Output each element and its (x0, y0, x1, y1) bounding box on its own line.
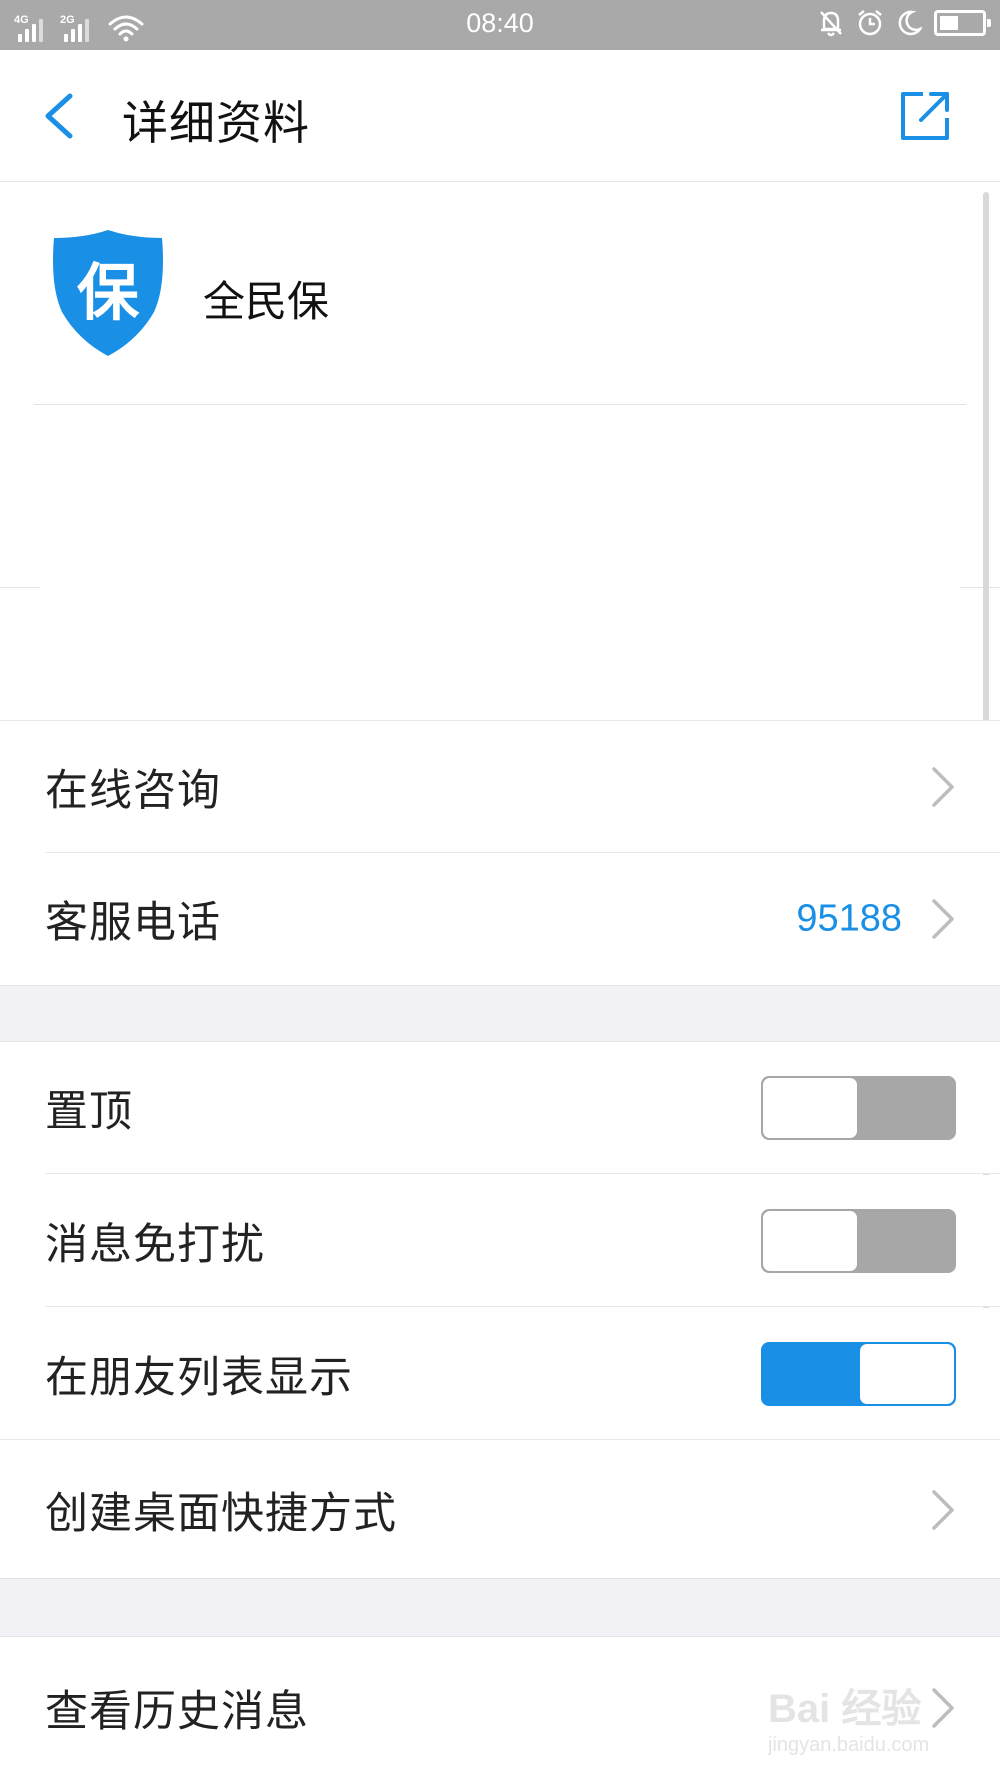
chevron-right-icon (932, 1489, 954, 1530)
blank-section-divider (960, 587, 1000, 588)
share-external-icon[interactable] (897, 88, 953, 144)
section-gap (0, 985, 1000, 1042)
status-right (818, 9, 991, 37)
battery-icon (934, 10, 991, 36)
watermark-url: jingyan.baidu.com (768, 1734, 930, 1756)
profile-divider (34, 404, 966, 405)
row-label: 置顶 (45, 1087, 133, 1137)
nav-bar: 详细资料 (0, 50, 1000, 182)
row-show-in-friends: 在朋友列表显示 (0, 1308, 1000, 1440)
alarm-icon (858, 10, 882, 36)
row-label: 查看历史消息 (45, 1686, 309, 1737)
row-label: 在线咨询 (45, 766, 221, 816)
row-label: 客服电话 (45, 898, 221, 948)
row-pin-to-top: 置顶 (0, 1042, 1000, 1174)
blank-section-divider (0, 587, 40, 588)
mute-bell-icon (820, 11, 842, 37)
baidu-jingyan-watermark: Bai 经验 jingyan.baidu.com (768, 1670, 968, 1770)
row-service-phone[interactable]: 客服电话 95188 (0, 853, 1000, 985)
section-gap (0, 1578, 1000, 1637)
moon-icon (898, 10, 922, 36)
row-label: 在朋友列表显示 (45, 1353, 353, 1403)
page-title: 详细资料 (122, 96, 310, 150)
chevron-right-icon (932, 767, 954, 807)
pin-toggle[interactable] (761, 1076, 956, 1140)
status-bar: 4G 2G 08:40 (0, 0, 1000, 50)
row-label: 创建桌面快捷方式 (45, 1488, 397, 1539)
service-phone-number[interactable]: 95188 (796, 898, 902, 941)
app-logo-shield-icon: 保 (53, 230, 163, 356)
row-label: 消息免打扰 (45, 1220, 265, 1270)
row-online-consult[interactable]: 在线咨询 (0, 720, 1000, 853)
row-create-shortcut[interactable]: 创建桌面快捷方式 (0, 1441, 1000, 1578)
chevron-right-icon (932, 899, 954, 939)
row-do-not-disturb: 消息免打扰 (0, 1175, 1000, 1307)
chevron-left-icon[interactable] (36, 90, 86, 142)
show-in-friends-toggle[interactable] (761, 1342, 956, 1406)
app-logo-char: 保 (77, 256, 140, 329)
account-name: 全民保 (203, 277, 330, 326)
do-not-disturb-toggle[interactable] (761, 1209, 956, 1273)
watermark-brand: Bai 经验 (768, 1687, 922, 1731)
